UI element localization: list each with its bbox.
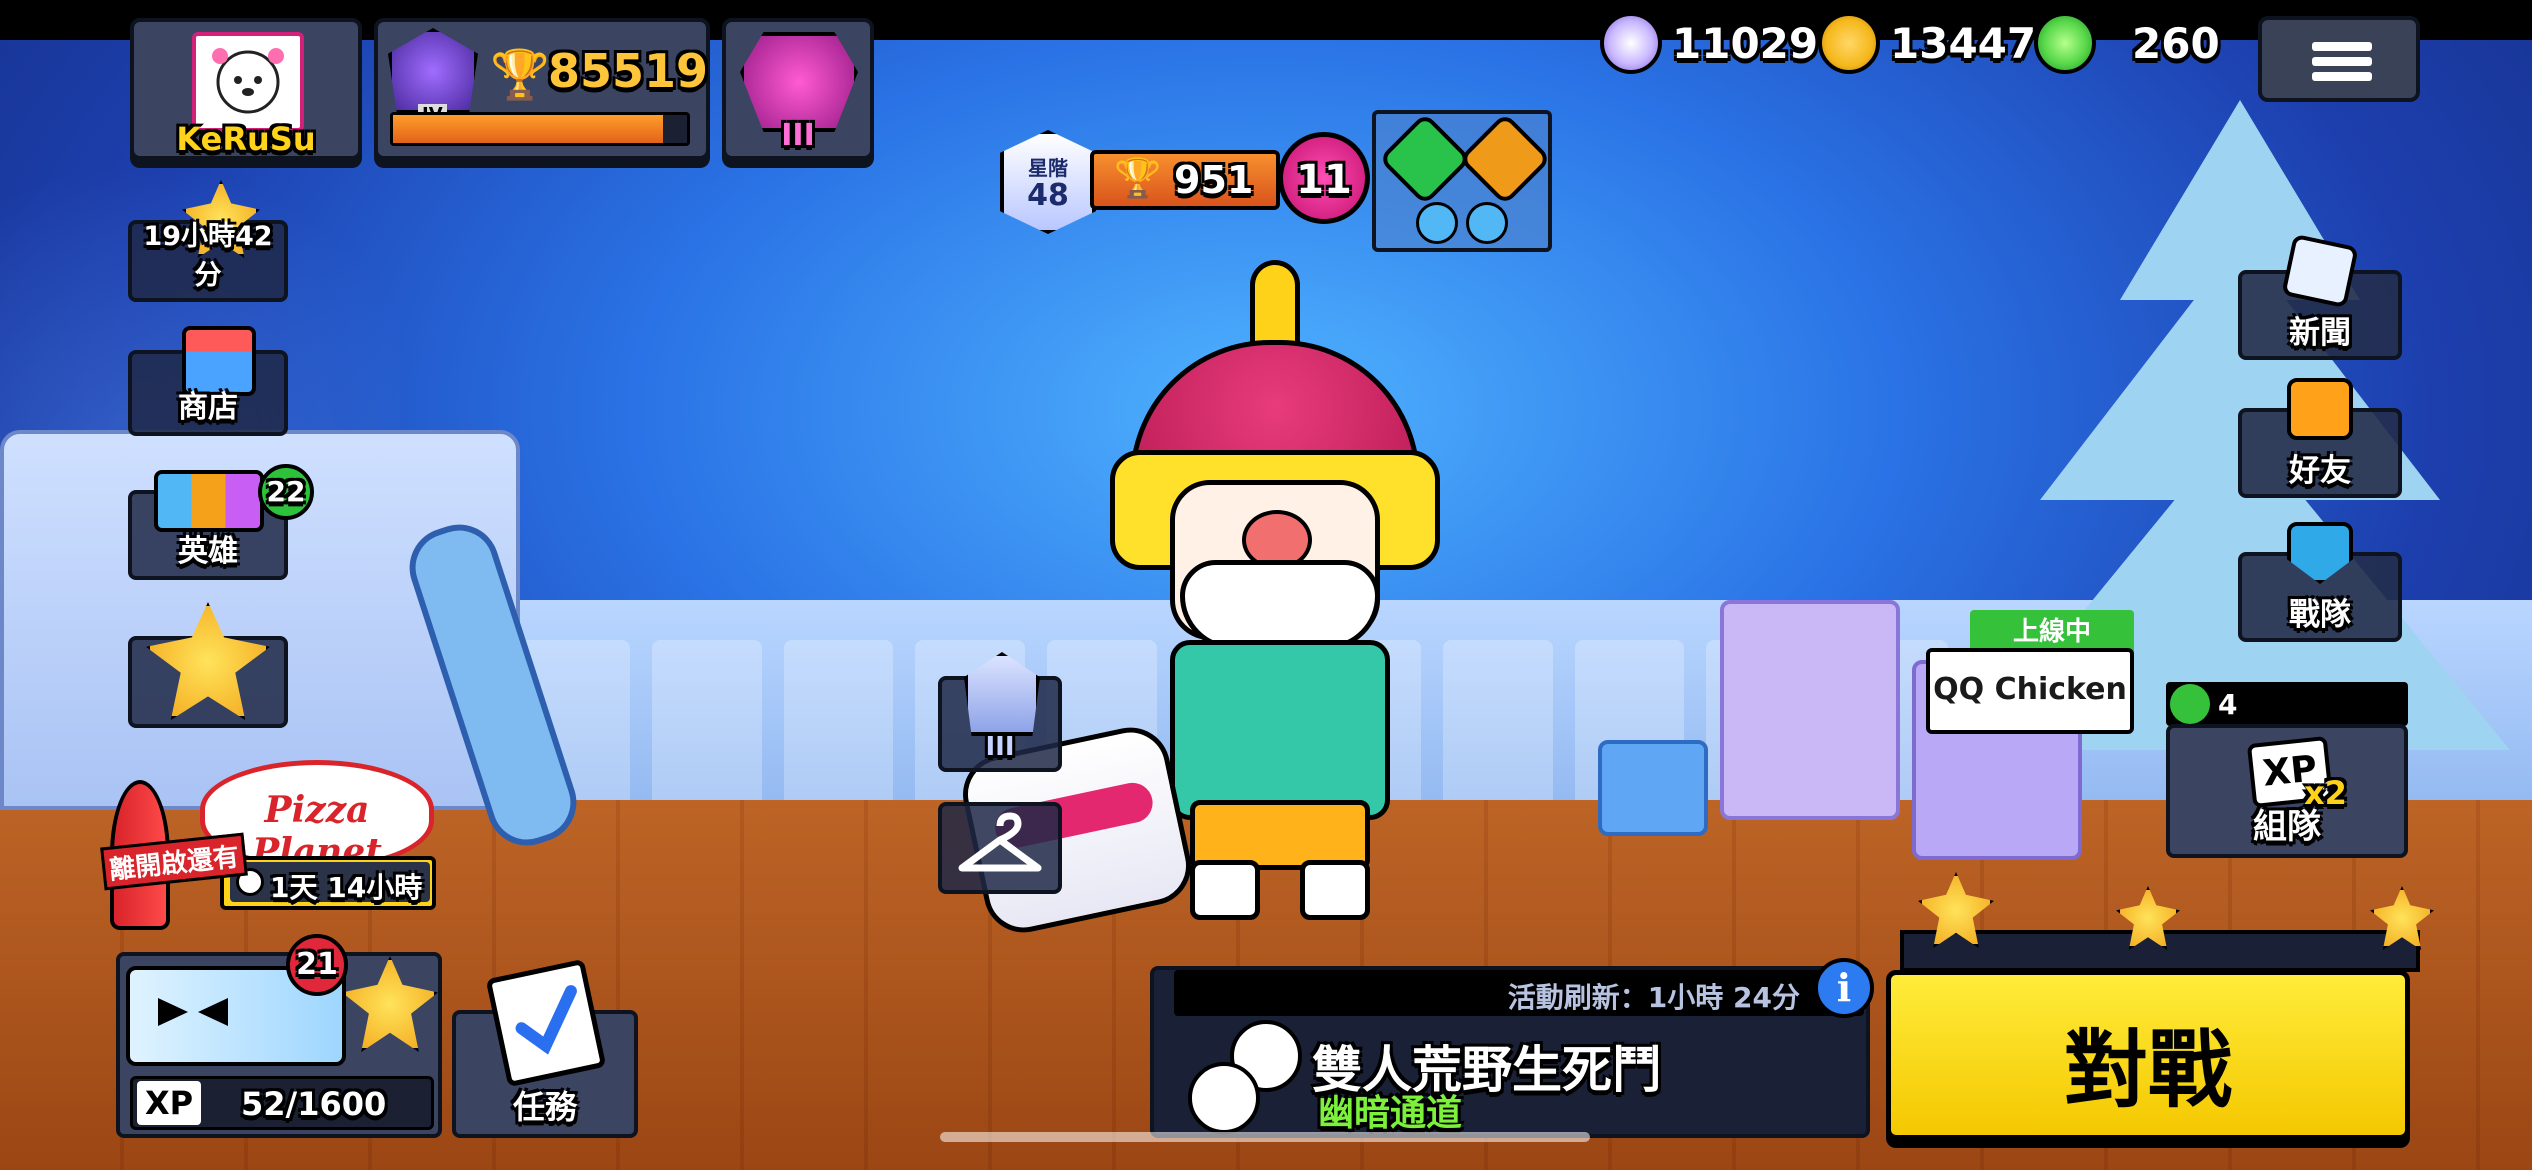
duo-showdown-icon [1182, 1010, 1312, 1134]
brawler-rank-value: 48 [1027, 178, 1069, 213]
power-points-value: 11029 [1672, 18, 1819, 68]
event-timer: 1天 14小時 [270, 871, 423, 904]
team-online-count: 4 [2218, 688, 2238, 721]
online-friends-icon [2170, 684, 2210, 724]
profile-avatar [192, 32, 304, 132]
skin-tier-button[interactable]: III [938, 652, 1062, 772]
xp-label: XP [137, 1081, 201, 1125]
brawler-trophy-box: 🏆 951 [1090, 150, 1280, 210]
brawlers-icon [154, 470, 264, 532]
pizza-planet-event-button[interactable]: Pizza Planet 1天 14小時 離開啟還有 [100, 760, 440, 930]
online-friend-card[interactable]: QQ Chicken [1926, 648, 2134, 734]
brawl-pass-badge: 21 [286, 934, 348, 996]
brawler-shirt [1170, 640, 1390, 820]
gadget-icon-2 [1466, 202, 1508, 244]
coins-value: 13447 [1890, 18, 2037, 68]
xp-bar: XP 52/1600 [130, 1076, 434, 1130]
brawler-rank-badge[interactable]: 星階 48 [1000, 130, 1096, 234]
gadgets-starpowers-panel[interactable] [1372, 110, 1552, 252]
gadget-icon-1 [1416, 202, 1458, 244]
starr-drop-timer-button[interactable]: 19小時42分 [128, 180, 288, 302]
star-power-icon [1458, 112, 1552, 206]
team-online-bar: 4 [2166, 682, 2408, 726]
news-icon [2281, 233, 2359, 309]
brawler-trophies: 951 [1174, 158, 1254, 202]
brawlers-label: 英雄 [178, 534, 238, 569]
game-mode-button[interactable]: 活動刷新：1小時 24分 i 雙人荒野生死鬥 幽暗通道 [1150, 958, 1874, 1138]
play-button[interactable]: 對戰 [1886, 970, 2410, 1140]
ranked-tier: III [781, 118, 815, 153]
gems-counter[interactable]: 260 [2034, 12, 2220, 74]
team-label: 組隊 [2253, 807, 2321, 847]
power-points-icon [1600, 12, 1662, 74]
brawler-mustache [1180, 560, 1380, 650]
starr-drop-timer: 19小時42分 [143, 221, 273, 291]
trophy-rank-icon [388, 28, 478, 114]
quests-button[interactable]: 任務 [452, 958, 638, 1138]
brawler-shoe-left [1190, 860, 1260, 920]
skin-tier-label: III [985, 732, 1015, 762]
brawler-trophy-icon: 🏆 [1114, 156, 1162, 200]
player-name: KeRuSu [176, 120, 316, 158]
gems-icon [2034, 12, 2096, 74]
coins-icon [1818, 12, 1880, 74]
coins-counter[interactable]: 13447 [1818, 12, 2036, 74]
brawler-rank-label: 星階 [1028, 156, 1068, 180]
skull-icon [158, 998, 228, 1026]
play-label: 對戰 [2063, 1021, 2232, 1119]
home-indicator [940, 1132, 1590, 1142]
gems-value: 260 [2132, 18, 2220, 68]
xp-progress: 52/1600 [241, 1085, 387, 1123]
gift-box-small [1598, 740, 1708, 836]
brawl-pass-button[interactable]: 21 XP 52/1600 [116, 934, 442, 1138]
friends-button[interactable]: 好友 [2238, 378, 2402, 498]
trophy-road-button[interactable]: IV 🏆 85519 [374, 18, 710, 160]
profile-button[interactable]: KeRuSu [130, 18, 362, 160]
brawler-shoe-right [1300, 860, 1370, 920]
club-button[interactable]: 戰隊 [2238, 522, 2402, 642]
power-points-counter[interactable]: 11029 [1600, 12, 1818, 74]
skins-button[interactable] [938, 802, 1062, 894]
total-trophies: 85519 [548, 44, 709, 98]
game-scene: KeRuSu IV 🏆 85519 III 11029 13447 260 星階… [0, 0, 2532, 1170]
club-shield-icon [2287, 522, 2353, 584]
trophy-progress-fill [393, 115, 664, 143]
brawlers-badge: 22 [258, 464, 314, 520]
club-label: 戰隊 [2289, 597, 2351, 633]
hanger-icon [958, 812, 1042, 872]
quests-label: 任務 [512, 1088, 577, 1126]
menu-icon [2312, 42, 2372, 51]
dog-avatar-icon [212, 48, 284, 114]
mode-refresh-timer: 活動刷新：1小時 24分 [1507, 981, 1800, 1014]
checkmark-icon [515, 985, 577, 1055]
power-level-badge[interactable]: 11 [1278, 132, 1370, 224]
friends-label: 好友 [2289, 453, 2351, 489]
gear-icon [1378, 112, 1472, 206]
online-friend-name: QQ Chicken [1933, 672, 2127, 707]
info-button[interactable]: i [1814, 958, 1874, 1018]
trophy-progress-bar [390, 112, 690, 146]
brawlers-button[interactable]: 22 英雄 [128, 464, 314, 580]
event-timer-inner: 1天 14小時 [230, 862, 430, 904]
news-button[interactable]: 新聞 [2238, 233, 2402, 360]
shop-label: 商店 [178, 390, 238, 425]
brawl-pass-star-icon [342, 956, 438, 1052]
power-level-value: 11 [1296, 157, 1352, 203]
gift-box-large [1720, 600, 1900, 820]
team-button[interactable]: XP x2 組隊 [2166, 724, 2408, 858]
shop-button[interactable]: 商店 [128, 326, 288, 436]
game-map-name: 幽暗通道 [1318, 1093, 1463, 1134]
ranked-button[interactable]: III [722, 18, 874, 160]
ranked-skull-icon [740, 32, 858, 132]
starr-road-button[interactable] [128, 602, 288, 728]
friends-smile-icon [2287, 378, 2353, 440]
news-label: 新聞 [2289, 315, 2351, 351]
menu-button[interactable] [2258, 16, 2420, 102]
trophy-icon: 🏆 [490, 47, 550, 103]
